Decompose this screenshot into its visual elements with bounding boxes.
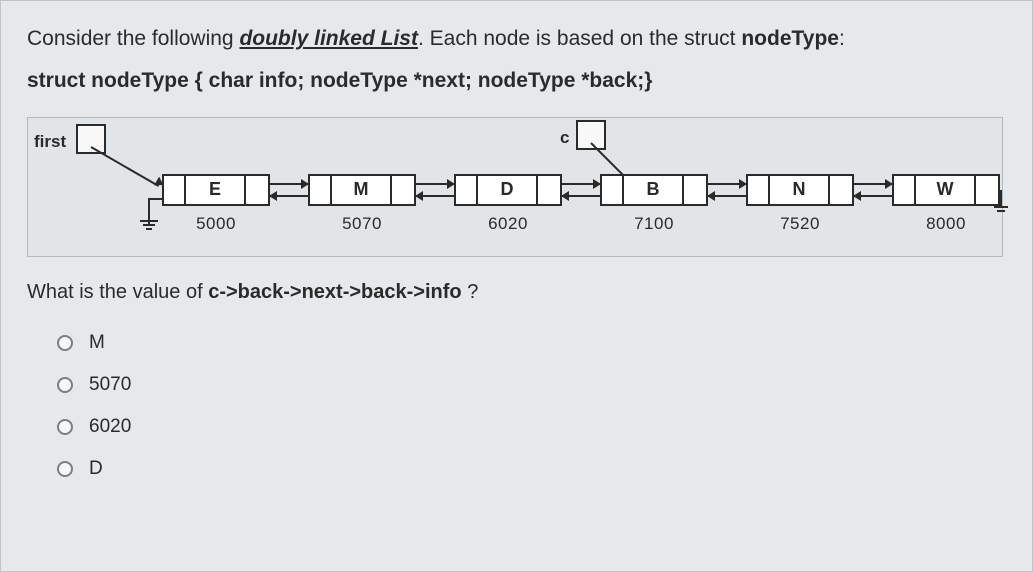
question-prefix: What is the value of bbox=[27, 281, 208, 303]
question-page: Consider the following doubly linked Lis… bbox=[0, 0, 1033, 572]
conn-3-4 bbox=[708, 174, 746, 206]
conn-1-2 bbox=[416, 174, 454, 206]
node-4-addr: 7520 bbox=[746, 214, 854, 234]
intro-suffix: : bbox=[839, 27, 845, 50]
node-5: W 8000 bbox=[892, 174, 1000, 234]
option-3[interactable]: D bbox=[57, 458, 1006, 480]
radio-icon[interactable] bbox=[57, 335, 73, 351]
node-0-addr: 5000 bbox=[162, 214, 270, 234]
node-1-info: M bbox=[332, 176, 392, 204]
intro-emph: doubly linked List bbox=[239, 27, 418, 50]
node-2-next bbox=[538, 176, 560, 204]
node-4-back bbox=[748, 176, 770, 204]
node-3-back bbox=[602, 176, 624, 204]
answer-options: M 5070 6020 D bbox=[57, 332, 1006, 480]
node-2: D 6020 bbox=[454, 174, 562, 234]
question-text: What is the value of c->back->next->back… bbox=[27, 281, 1006, 304]
node-2-back bbox=[456, 176, 478, 204]
intro-mid: . Each node is based on the struct bbox=[418, 27, 741, 50]
radio-icon[interactable] bbox=[57, 419, 73, 435]
null-start bbox=[138, 198, 160, 230]
node-1-addr: 5070 bbox=[308, 214, 416, 234]
node-3-info: B bbox=[624, 176, 684, 204]
node-4-next bbox=[830, 176, 852, 204]
node-4: N 7520 bbox=[746, 174, 854, 234]
null-end-bar2 bbox=[997, 210, 1005, 212]
option-3-label: D bbox=[89, 458, 103, 480]
linked-list-diagram: first c E 5000 M bbox=[27, 117, 1003, 257]
node-5-back bbox=[894, 176, 916, 204]
option-0-label: M bbox=[89, 332, 105, 354]
first-arrow bbox=[91, 146, 160, 187]
option-2-label: 6020 bbox=[89, 416, 131, 438]
conn-4-5 bbox=[854, 174, 892, 206]
conn-0-1 bbox=[270, 174, 308, 206]
c-label: c bbox=[560, 128, 569, 148]
question-expr: c->back->next->back->info bbox=[208, 281, 461, 303]
option-0[interactable]: M bbox=[57, 332, 1006, 354]
node-0-info: E bbox=[186, 176, 246, 204]
node-3-next bbox=[684, 176, 706, 204]
intro-type: nodeType bbox=[741, 27, 839, 50]
option-1-label: 5070 bbox=[89, 374, 131, 396]
node-5-next bbox=[976, 176, 998, 204]
node-5-addr: 8000 bbox=[892, 214, 1000, 234]
node-4-info: N bbox=[770, 176, 830, 204]
node-3-addr: 7100 bbox=[600, 214, 708, 234]
node-2-info: D bbox=[478, 176, 538, 204]
node-0-back bbox=[164, 176, 186, 204]
node-1: M 5070 bbox=[308, 174, 416, 234]
first-label: first bbox=[34, 132, 66, 152]
struct-declaration: struct nodeType { char info; nodeType *n… bbox=[27, 69, 1006, 93]
node-0: E 5000 bbox=[162, 174, 270, 234]
option-2[interactable]: 6020 bbox=[57, 416, 1006, 438]
null-end-bar1 bbox=[994, 206, 1008, 208]
node-1-back bbox=[310, 176, 332, 204]
intro-prefix: Consider the following bbox=[27, 27, 239, 50]
radio-icon[interactable] bbox=[57, 461, 73, 477]
node-1-next bbox=[392, 176, 414, 204]
null-end-stem bbox=[1000, 190, 1002, 206]
conn-2-3 bbox=[562, 174, 600, 206]
node-3: B 7100 bbox=[600, 174, 708, 234]
node-2-addr: 6020 bbox=[454, 214, 562, 234]
node-5-info: W bbox=[916, 176, 976, 204]
node-0-next bbox=[246, 176, 268, 204]
radio-icon[interactable] bbox=[57, 377, 73, 393]
option-1[interactable]: 5070 bbox=[57, 374, 1006, 396]
question-suffix: ? bbox=[462, 281, 479, 303]
intro-text: Consider the following doubly linked Lis… bbox=[27, 23, 1006, 55]
first-pointer-box bbox=[76, 124, 106, 154]
